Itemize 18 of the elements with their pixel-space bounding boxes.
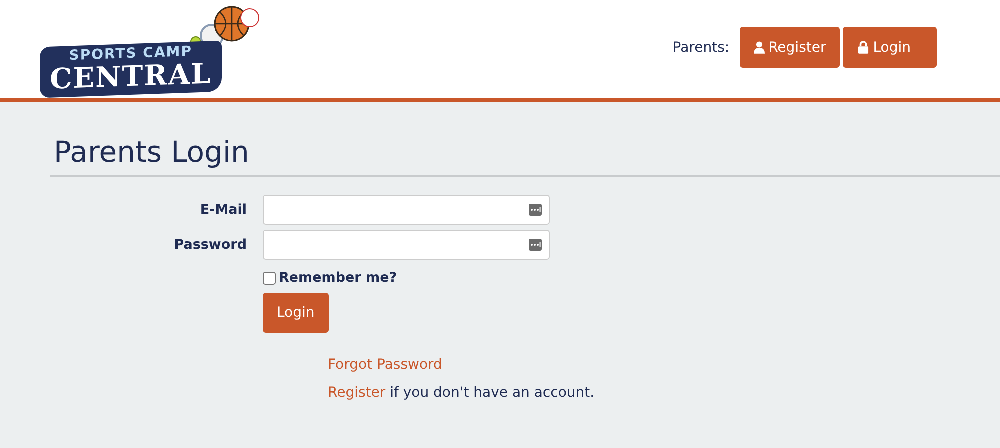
remember-checkbox[interactable] xyxy=(263,272,276,284)
register-button[interactable]: Register xyxy=(740,27,840,68)
field-label: E-Mail xyxy=(199,202,247,218)
lock-icon xyxy=(858,41,870,54)
login-button[interactable]: Login xyxy=(843,27,937,68)
register-prompt: Register if you don't have an account. xyxy=(328,385,596,401)
page-title: Parents Login xyxy=(53,134,250,171)
login-button[interactable]: Login xyxy=(263,293,329,333)
user-icon xyxy=(754,41,765,54)
field-label: Password xyxy=(173,237,247,253)
parents-label: Parents: xyxy=(672,40,730,56)
password-field[interactable] xyxy=(263,230,550,260)
keypad-icon[interactable] xyxy=(529,239,542,251)
remember-label: Remember me? xyxy=(279,270,398,286)
keypad-icon[interactable] xyxy=(529,204,542,216)
register-link[interactable]: Register xyxy=(328,385,386,401)
forgot-password-link[interactable]: Forgot Password xyxy=(328,357,442,373)
email-field[interactable] xyxy=(263,195,550,225)
